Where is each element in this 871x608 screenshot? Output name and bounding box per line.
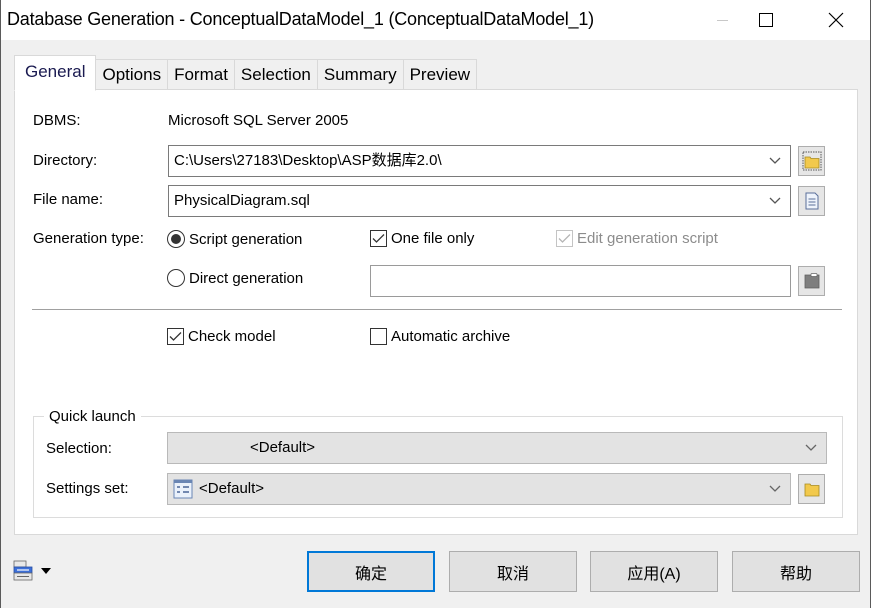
generation-menu-button[interactable]	[13, 560, 51, 582]
database-generation-dialog: Database Generation - ConceptualDataMode…	[0, 0, 871, 608]
dbms-value: Microsoft SQL Server 2005	[168, 112, 349, 129]
chevron-down-icon[interactable]	[804, 433, 818, 463]
tab-format[interactable]: Format	[168, 59, 235, 90]
window-title: Database Generation - ConceptualDataMode…	[7, 9, 594, 29]
chevron-down-icon[interactable]	[768, 186, 782, 216]
selection-label: Selection:	[46, 440, 112, 457]
close-icon	[828, 12, 844, 28]
checkbox-checked-icon	[370, 230, 387, 247]
direct-generation-input[interactable]	[370, 265, 791, 297]
dropdown-arrow-icon	[41, 568, 51, 574]
title-bar: Database Generation - ConceptualDataMode…	[1, 0, 870, 40]
checkbox-unchecked-icon	[370, 328, 387, 345]
ok-button[interactable]: 确定	[307, 551, 435, 592]
directory-combo[interactable]: C:\Users\27183\Desktop\ASP数据库2.0\	[168, 145, 791, 177]
one-file-only-checkbox[interactable]: One file only	[370, 230, 474, 247]
chevron-down-icon[interactable]	[768, 474, 782, 504]
settings-set-combo[interactable]: <Default>	[167, 473, 791, 505]
maximize-icon	[759, 13, 773, 27]
filename-value: PhysicalDiagram.sql	[174, 192, 310, 209]
radio-selected-icon	[167, 230, 185, 248]
tab-selection[interactable]: Selection	[234, 59, 318, 90]
directory-value: C:\Users\27183\Desktop\ASP数据库2.0\	[174, 152, 442, 169]
browse-directory-button[interactable]	[798, 146, 825, 176]
apply-button[interactable]: 应用(A)	[590, 551, 718, 592]
list-icon	[13, 560, 33, 581]
dbms-label: DBMS:	[33, 112, 81, 129]
settings-set-value: <Default>	[199, 480, 265, 497]
minimize-icon	[716, 19, 728, 21]
data-source-button[interactable]	[798, 266, 825, 296]
automatic-archive-checkbox[interactable]: Automatic archive	[370, 328, 510, 345]
check-model-checkbox[interactable]: Check model	[167, 328, 276, 345]
quick-launch-title: Quick launch	[44, 408, 141, 425]
help-button[interactable]: 帮助	[732, 551, 860, 592]
tab-options[interactable]: Options	[96, 59, 169, 90]
checkbox-checked-icon	[167, 328, 184, 345]
edit-file-button[interactable]	[798, 186, 825, 216]
maximize-button[interactable]	[743, 0, 789, 40]
edit-generation-script-checkbox: Edit generation script	[556, 230, 718, 247]
directory-label: Directory:	[33, 152, 98, 169]
filename-label: File name:	[33, 191, 104, 208]
tab-summary[interactable]: Summary	[317, 59, 404, 90]
separator	[32, 309, 842, 310]
radio-unselected-icon	[167, 269, 185, 287]
folder-icon	[802, 151, 821, 171]
settings-set-label: Settings set:	[46, 480, 129, 497]
tab-bar: General Options Format Selection Summary…	[14, 54, 478, 91]
database-connect-icon	[804, 273, 819, 289]
cancel-button[interactable]: 取消	[449, 551, 577, 592]
generation-type-label: Generation type:	[33, 230, 144, 247]
close-button[interactable]	[813, 0, 859, 40]
settings-folder-button[interactable]	[798, 474, 825, 504]
document-icon	[805, 192, 818, 210]
chevron-down-icon[interactable]	[768, 146, 782, 176]
tab-preview[interactable]: Preview	[403, 59, 478, 90]
folder-icon	[804, 483, 819, 497]
selection-combo[interactable]: <Default>	[167, 432, 827, 464]
selection-value: <Default>	[250, 439, 316, 456]
tab-general[interactable]: General	[14, 55, 97, 91]
settings-list-icon	[173, 479, 193, 499]
direct-generation-radio[interactable]: Direct generation	[167, 269, 303, 287]
minimize-button	[699, 0, 745, 40]
script-generation-radio[interactable]: Script generation	[167, 230, 302, 248]
filename-combo[interactable]: PhysicalDiagram.sql	[168, 185, 791, 217]
checkbox-checked-icon	[556, 230, 573, 247]
general-tab-pane: DBMS: Microsoft SQL Server 2005 Director…	[14, 89, 858, 535]
